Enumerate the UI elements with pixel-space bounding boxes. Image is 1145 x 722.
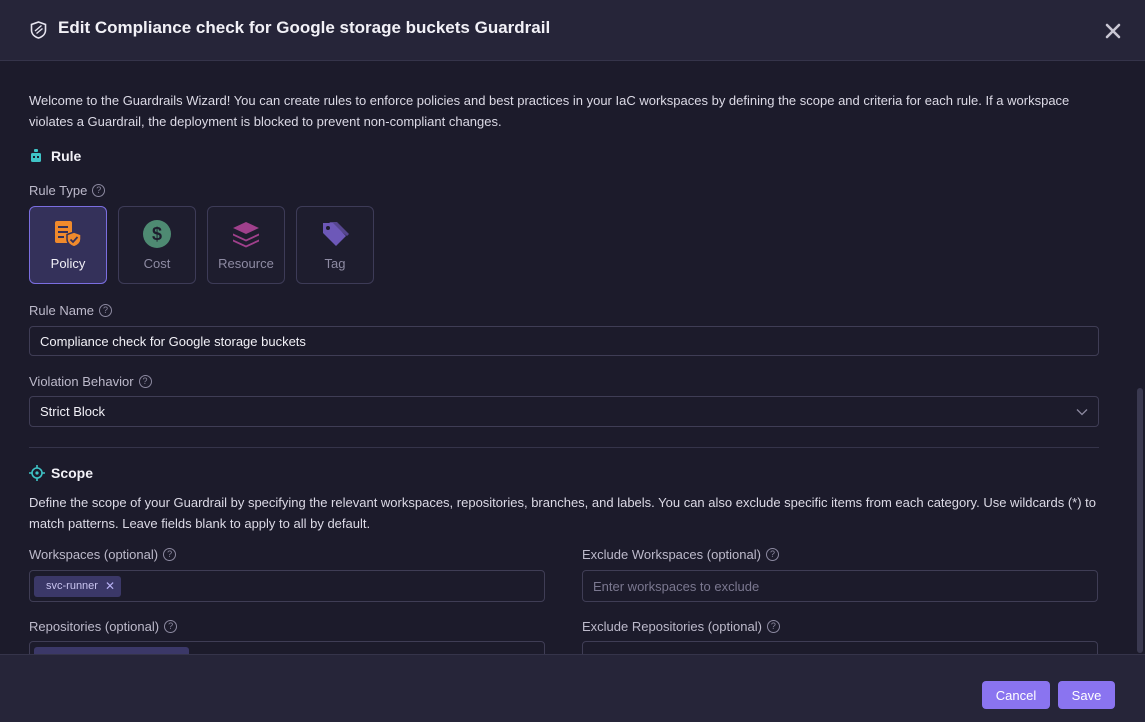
violation-behavior-label: Violation Behavior ?: [29, 374, 1099, 389]
scrollbar-thumb[interactable]: [1137, 388, 1143, 653]
modal-footer: Cancel Save: [0, 654, 1145, 722]
exclude-workspaces-label: Exclude Workspaces (optional) ?: [582, 547, 1098, 562]
workspaces-label-text: Workspaces (optional): [29, 547, 159, 562]
rule-type-cost-label: Cost: [143, 256, 171, 271]
close-icon[interactable]: [1103, 21, 1123, 41]
rule-type-tag[interactable]: Tag: [296, 206, 374, 284]
rule-type-label: Rule Type ?: [29, 183, 1099, 198]
violation-behavior-select[interactable]: Strict Block: [29, 396, 1099, 427]
exclude-repositories-label: Exclude Repositories (optional) ?: [582, 619, 1098, 634]
exclude-workspaces-label-text: Exclude Workspaces (optional): [582, 547, 761, 562]
cancel-button[interactable]: Cancel: [982, 681, 1050, 709]
rule-type-policy[interactable]: Policy: [29, 206, 107, 284]
exclude-workspaces-input[interactable]: Enter workspaces to exclude: [582, 570, 1098, 602]
intro-text: Welcome to the Guardrails Wizard! You ca…: [29, 93, 1070, 129]
svg-text:$: $: [152, 224, 162, 244]
help-icon[interactable]: ?: [765, 548, 779, 561]
repositories-row: Repositories (optional) ? Exclude Reposi…: [29, 619, 1099, 654]
modal-header: Edit Compliance check for Google storage…: [0, 0, 1145, 61]
save-button[interactable]: Save: [1058, 681, 1115, 709]
help-icon[interactable]: ?: [164, 620, 178, 633]
chip-remove-icon[interactable]: ✕: [105, 579, 115, 593]
exclude-workspaces-col: Exclude Workspaces (optional) ? Enter wo…: [582, 547, 1098, 602]
repository-chip: [34, 646, 189, 654]
repositories-label: Repositories (optional) ?: [29, 619, 545, 634]
rule-type-policy-label: Policy: [50, 256, 86, 271]
exclude-repositories-col: Exclude Repositories (optional) ?: [582, 619, 1098, 654]
modal-title: Edit Compliance check for Google storage…: [58, 18, 551, 37]
target-icon: [29, 465, 45, 481]
tag-icon: [320, 219, 350, 249]
workspaces-input[interactable]: svc-runner ✕: [29, 570, 545, 602]
layers-icon: [231, 219, 261, 249]
dollar-icon: $: [142, 219, 172, 249]
rule-type-selector: Policy $ Cost Resource Tag: [29, 206, 1099, 284]
rule-section-label: Rule: [51, 148, 82, 164]
scope-description: Define the scope of your Guardrail by sp…: [29, 495, 1097, 531]
help-icon[interactable]: ?: [163, 548, 177, 561]
repositories-col: Repositories (optional) ?: [29, 619, 545, 654]
repositories-input[interactable]: [29, 641, 545, 654]
help-icon[interactable]: ?: [99, 304, 113, 317]
scope-section-title: Scope: [29, 465, 1099, 481]
rule-name-label-text: Rule Name: [29, 303, 95, 318]
workspace-chip-label: svc-runner: [46, 580, 98, 592]
rule-name-value: Compliance check for Google storage buck…: [40, 333, 306, 349]
violation-behavior-label-text: Violation Behavior: [29, 374, 134, 389]
workspaces-label: Workspaces (optional) ?: [29, 547, 545, 562]
rule-type-tag-label: Tag: [324, 256, 346, 271]
exclude-repositories-label-text: Exclude Repositories (optional): [582, 619, 762, 634]
scope-section-label: Scope: [51, 465, 94, 481]
rule-type-label-text: Rule Type: [29, 183, 88, 198]
robot-icon: [29, 148, 45, 164]
help-icon[interactable]: ?: [138, 375, 152, 388]
exclude-workspaces-placeholder: Enter workspaces to exclude: [593, 578, 760, 594]
workspaces-row: Workspaces (optional) ? svc-runner ✕ Exc…: [29, 547, 1099, 602]
rule-name-label: Rule Name ?: [29, 303, 1099, 318]
section-divider: [29, 447, 1099, 448]
modal-body: Welcome to the Guardrails Wizard! You ca…: [0, 62, 1135, 654]
rule-type-resource-label: Resource: [218, 256, 274, 271]
policy-icon: [53, 219, 83, 249]
rule-section-title: Rule: [29, 148, 1099, 164]
exclude-repositories-input[interactable]: [582, 641, 1098, 654]
workspace-chip: svc-runner ✕: [34, 575, 122, 597]
rule-name-input[interactable]: Compliance check for Google storage buck…: [29, 326, 1099, 356]
rule-type-cost[interactable]: $ Cost: [118, 206, 196, 284]
help-icon[interactable]: ?: [92, 184, 106, 197]
workspaces-col: Workspaces (optional) ? svc-runner ✕: [29, 547, 545, 602]
violation-behavior-value: Strict Block: [40, 404, 106, 419]
chevron-down-icon: [1076, 404, 1088, 419]
help-icon[interactable]: ?: [766, 620, 780, 633]
repositories-label-text: Repositories (optional): [29, 619, 160, 634]
rule-type-resource[interactable]: Resource: [207, 206, 285, 284]
shield-icon: [30, 21, 48, 39]
